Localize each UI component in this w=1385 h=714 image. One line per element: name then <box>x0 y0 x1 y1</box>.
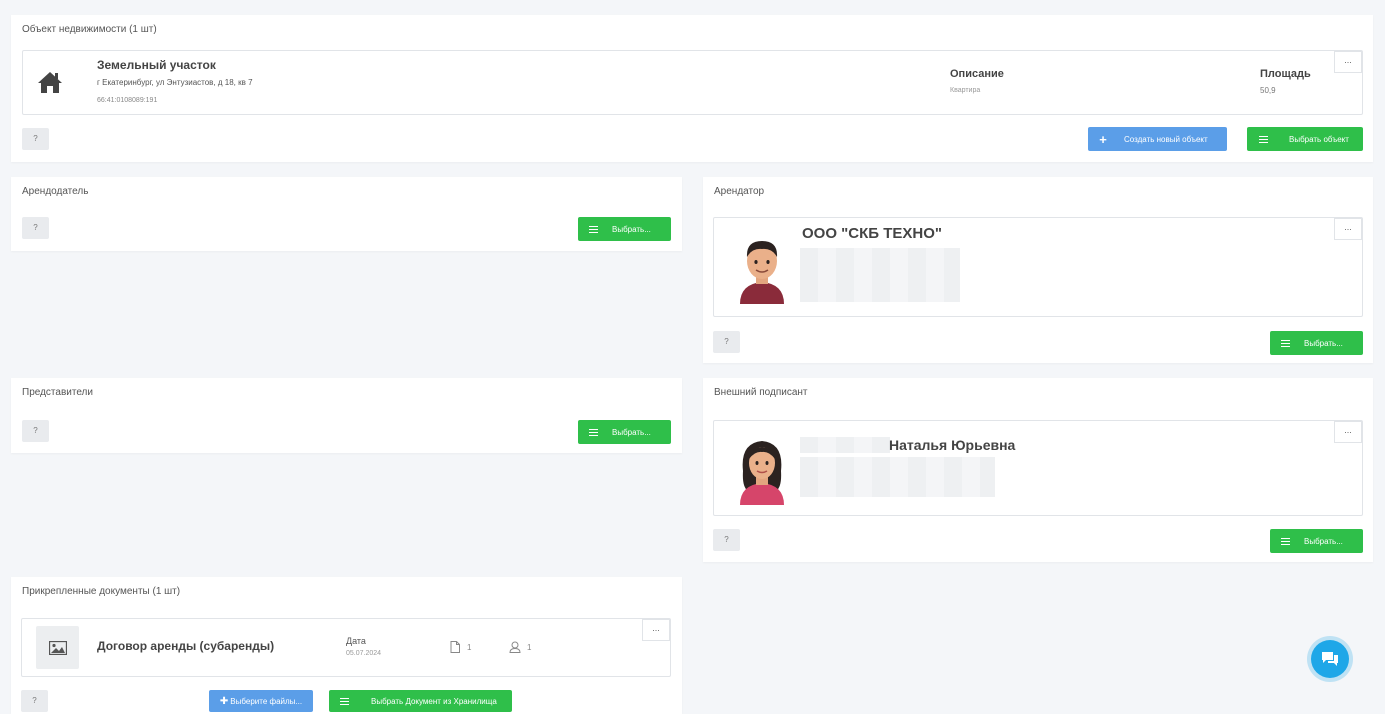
representatives-title: Представители <box>22 387 93 398</box>
document-card[interactable]: Договор аренды (субаренды) Дата 05.07.20… <box>21 618 671 677</box>
document-menu-button[interactable]: ... <box>642 619 670 641</box>
create-object-label: Создать новый объект <box>1124 134 1208 144</box>
representatives-panel: Представители ? Выбрать... <box>11 378 682 453</box>
image-icon <box>36 626 79 669</box>
object-address: г Екатеринбург, ул Энтузиастов, д 18, кв… <box>97 78 253 87</box>
storage-label: Выбрать Документ из Хранилища <box>371 696 497 706</box>
choose-files-label: Выберите файлы... <box>230 696 303 706</box>
list-icon <box>1270 537 1300 545</box>
select-object-label: Выбрать объект <box>1289 134 1349 144</box>
redacted-info <box>800 457 995 497</box>
documents-panel: Прикрепленные документы (1 шт) Договор а… <box>11 577 682 714</box>
description-value: Квартира <box>950 87 981 94</box>
landlord-select-button[interactable]: Выбрать... <box>578 217 671 241</box>
realty-panel-title: Объект недвижимости (1 шт) <box>22 24 157 35</box>
signers-count: 1 <box>527 643 532 652</box>
realty-card[interactable]: Земельный участок г Екатеринбург, ул Энт… <box>22 50 1363 115</box>
signer-title: Внешний подписант <box>714 387 808 398</box>
tenant-select-label: Выбрать... <box>1304 338 1343 348</box>
area-label: Площадь <box>1260 68 1311 80</box>
signer-card[interactable]: Наталья Юрьевна ... <box>713 420 1363 516</box>
chat-button[interactable] <box>1307 636 1353 682</box>
landlord-panel: Арендодатель ? Выбрать... <box>11 177 682 251</box>
house-icon <box>37 70 63 94</box>
tenant-panel: Арендатор ООО "СКБ ТЕХНО" ... ? Выбрать.… <box>703 177 1373 363</box>
document-name[interactable]: Договор аренды (субаренды) <box>97 639 274 653</box>
date-value: 05.07.2024 <box>346 650 382 657</box>
object-name: Земельный участок <box>97 58 216 72</box>
male-avatar <box>736 236 788 309</box>
landlord-title: Арендодатель <box>22 186 89 197</box>
file-icon <box>450 640 460 658</box>
signer-panel: Внешний подписант Наталья Юрьевна ... ? … <box>703 378 1373 562</box>
list-icon <box>578 225 608 233</box>
tenant-title: Арендатор <box>714 186 765 197</box>
list-icon <box>578 428 608 436</box>
description-label: Описание <box>950 68 1004 80</box>
list-icon <box>329 697 359 705</box>
representatives-select-button[interactable]: Выбрать... <box>578 420 671 444</box>
plus-icon: + <box>1099 131 1107 147</box>
tenant-select-button[interactable]: Выбрать... <box>1270 331 1363 355</box>
documents-help-button[interactable]: ? <box>21 690 48 712</box>
redacted-info <box>800 248 960 302</box>
documents-title: Прикрепленные документы (1 шт) <box>22 586 181 597</box>
area-value: 50,9 <box>1260 86 1276 95</box>
representatives-help-button[interactable]: ? <box>22 420 49 442</box>
realty-menu-button[interactable]: ... <box>1334 51 1362 73</box>
landlord-select-label: Выбрать... <box>612 224 651 234</box>
realty-help-button[interactable]: ? <box>22 128 49 150</box>
create-object-button[interactable]: + Создать новый объект <box>1088 127 1227 151</box>
signer-menu-button[interactable]: ... <box>1334 421 1362 443</box>
signer-select-button[interactable]: Выбрать... <box>1270 529 1363 553</box>
tenant-help-button[interactable]: ? <box>713 331 740 353</box>
chat-icon <box>1322 652 1338 666</box>
landlord-help-button[interactable]: ? <box>22 217 49 239</box>
tenant-card[interactable]: ООО "СКБ ТЕХНО" ... <box>713 217 1363 317</box>
plus-icon: ✚ <box>219 695 229 707</box>
signer-name: Наталья Юрьевна <box>889 437 1016 453</box>
files-count: 1 <box>467 643 472 652</box>
date-label: Дата <box>346 636 366 646</box>
redacted-surname <box>800 437 890 453</box>
signer-select-label: Выбрать... <box>1304 536 1343 546</box>
user-icon <box>509 640 522 658</box>
tenant-menu-button[interactable]: ... <box>1334 218 1362 240</box>
signer-help-button[interactable]: ? <box>713 529 740 551</box>
representatives-select-label: Выбрать... <box>612 427 651 437</box>
tenant-name: ООО "СКБ ТЕХНО" <box>802 225 943 242</box>
female-avatar <box>736 435 788 510</box>
realty-panel: Объект недвижимости (1 шт) Земельный уча… <box>11 15 1373 162</box>
object-cadastral: 66:41:0108089:191 <box>97 97 158 104</box>
list-icon <box>1247 135 1279 143</box>
choose-files-button[interactable]: ✚ Выберите файлы... <box>209 690 313 712</box>
storage-button[interactable]: Выбрать Документ из Хранилища <box>329 690 512 712</box>
select-object-button[interactable]: Выбрать объект <box>1247 127 1363 151</box>
list-icon <box>1270 339 1300 347</box>
